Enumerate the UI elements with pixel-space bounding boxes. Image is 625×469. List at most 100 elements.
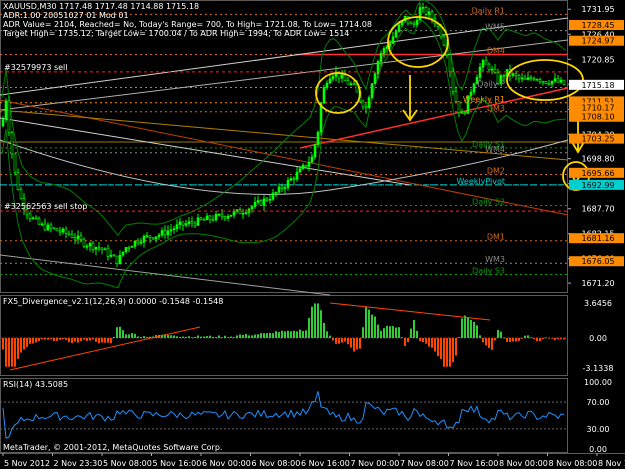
candle (370, 83, 374, 98)
candle (304, 164, 308, 167)
candle (139, 241, 143, 244)
fx5-divergence-line (329, 302, 491, 321)
candle (409, 22, 413, 25)
candle (250, 206, 254, 210)
candle (127, 247, 131, 249)
fx5-bar (383, 328, 385, 338)
price-tick-label: 1731.95 (581, 5, 614, 14)
trading-chart[interactable]: Daily R1 WM5 DM4 Daily P Weekly R1DM3 Daily S… (0, 0, 625, 469)
candle (256, 200, 260, 203)
level-label: DM4 (487, 47, 505, 56)
candle (301, 164, 305, 169)
candle (292, 178, 296, 180)
time-tick-label: 8 Nov 08:00 (549, 459, 598, 468)
fx5-bar (287, 330, 289, 338)
fx5-bar (83, 337, 85, 340)
fx5-bar (14, 337, 16, 367)
price-tick-label: 1698.80 (581, 155, 614, 164)
fx5-bar (344, 337, 346, 342)
candle (490, 68, 494, 71)
fx5-bar (188, 336, 190, 338)
fx5-bar (530, 337, 532, 339)
price-tick-label: 1720.85 (581, 55, 614, 64)
fx5-bar (374, 316, 376, 338)
candle (541, 80, 545, 83)
candle (253, 202, 257, 207)
candle (94, 246, 98, 250)
candle (427, 11, 431, 15)
level-label: Daily R1 (472, 6, 505, 15)
candle (223, 216, 227, 219)
fx5-bar (107, 337, 109, 343)
candle (382, 48, 386, 54)
candle (283, 187, 287, 190)
candle (514, 73, 518, 76)
fx5-bar (56, 337, 58, 341)
fx5-bar (203, 336, 205, 338)
header-line: ADR Value= 2104, Reached= No, Today's Ra… (3, 20, 372, 29)
level-label: DM2 (487, 166, 505, 175)
fx5-bar (338, 337, 340, 344)
header-line: XAUUSD,M30 1717.48 1717.48 1714.88 1715.… (3, 2, 199, 11)
candle (325, 82, 329, 88)
fx5-bar (137, 336, 139, 338)
rsi-tick-label: 0.00 (589, 445, 607, 454)
candle (442, 36, 446, 46)
fx5-bar (260, 333, 262, 338)
candle (259, 200, 263, 206)
candle (544, 81, 548, 84)
fx5-bar (167, 335, 169, 338)
fx5-bar (125, 334, 127, 338)
fx5-bar (176, 336, 178, 338)
fx5-bar (440, 337, 442, 359)
candle (286, 180, 290, 188)
candle (268, 198, 272, 201)
fx5-bar (89, 337, 91, 341)
fx5-bar (413, 320, 415, 338)
candle (262, 198, 266, 206)
candle (547, 83, 551, 85)
candle (187, 221, 191, 224)
candle (79, 235, 83, 240)
fx5-bar (425, 337, 427, 344)
candle (340, 74, 344, 79)
fx5-bar (59, 337, 61, 340)
candle (112, 254, 116, 257)
candle (448, 54, 452, 72)
fx5-bar (119, 326, 121, 338)
fx5-bar (428, 337, 430, 347)
order-label: #32562563 sell stop (4, 202, 87, 211)
candle (16, 172, 20, 191)
fx5-bar (47, 337, 49, 340)
price-tag-label: 1676.05 (581, 257, 614, 266)
fx5-bar (416, 330, 418, 338)
candle (454, 90, 458, 102)
candle (331, 76, 335, 80)
candle (349, 83, 353, 85)
candle (511, 73, 515, 76)
level-label: Daily P (477, 79, 505, 88)
fx5-bar (140, 336, 142, 338)
candle (7, 100, 11, 133)
fx5-bar (17, 337, 19, 359)
fx5-bar (113, 336, 115, 338)
price-axis: 1731.951726.401720.851715.301709.751704.… (568, 5, 624, 288)
candle (502, 75, 506, 77)
fx5-bar (410, 328, 412, 338)
fx5-bar (212, 336, 214, 338)
fx5-bar (404, 337, 406, 346)
fx5-bar (254, 334, 256, 338)
candle (322, 87, 326, 104)
fx5-bar (5, 337, 7, 367)
candle (277, 186, 281, 193)
fx5-divergence-line (9, 326, 201, 371)
fx5-bar (449, 337, 451, 367)
fx5-bar (518, 337, 520, 341)
candle (220, 213, 224, 217)
fx5-tick-label: 0.00 (589, 334, 607, 343)
candle (109, 254, 113, 257)
candle (214, 214, 218, 221)
fx5-bar (227, 337, 229, 338)
fx5-bar (233, 337, 235, 338)
fx5-bar (257, 334, 259, 338)
